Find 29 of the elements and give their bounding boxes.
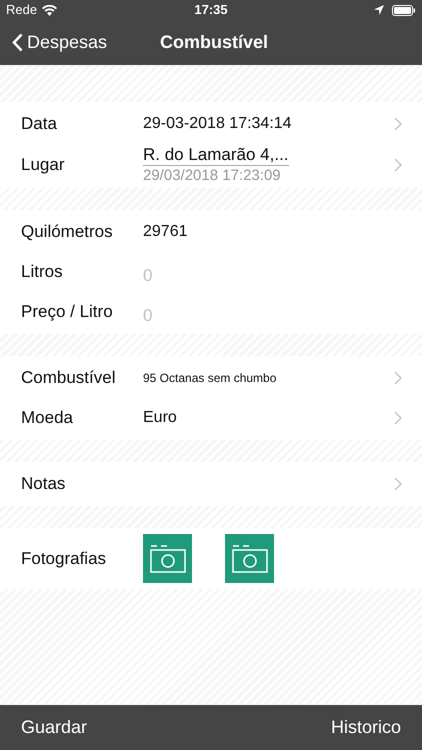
input-field[interactable]: 0 xyxy=(143,295,343,329)
location-arrow-icon xyxy=(374,5,384,15)
field-label: Combustível xyxy=(21,367,116,390)
field-label: Moeda xyxy=(21,407,74,430)
status-time: 17:35 xyxy=(194,1,228,20)
history-button[interactable]: Historico xyxy=(330,714,401,741)
field-label: Data xyxy=(21,113,58,136)
carrier-name: Rede xyxy=(6,1,38,20)
field-value: Euro xyxy=(143,408,178,428)
wifi-icon xyxy=(42,4,58,16)
place-link[interactable]: R. do Lamarão 4,... xyxy=(143,144,289,166)
field-label: Litros xyxy=(21,261,64,284)
screen-title: Combustível xyxy=(160,31,268,54)
battery-icon xyxy=(392,4,416,16)
place-timestamp: 29/03/2018 17:23:09 xyxy=(143,166,282,186)
save-button[interactable]: Guardar xyxy=(21,714,88,741)
field-label: Fotografias xyxy=(21,548,108,570)
field-label: Quilómetros xyxy=(21,221,114,244)
input-field[interactable]: 0 xyxy=(143,255,343,289)
field-label: Notas xyxy=(21,473,66,496)
field-value: 29761 xyxy=(143,222,188,242)
camera-button[interactable] xyxy=(225,534,274,583)
field-value: 29-03-2018 17:34:14 xyxy=(143,114,293,134)
camera-button[interactable] xyxy=(143,534,192,583)
field-label: Lugar xyxy=(21,154,66,176)
back-button[interactable]: Despesas xyxy=(0,29,108,56)
field-value: 95 Octanas sem chumbo xyxy=(143,370,278,387)
chevron-left-icon xyxy=(12,33,23,52)
field-label: Preço / Litro xyxy=(21,301,114,324)
